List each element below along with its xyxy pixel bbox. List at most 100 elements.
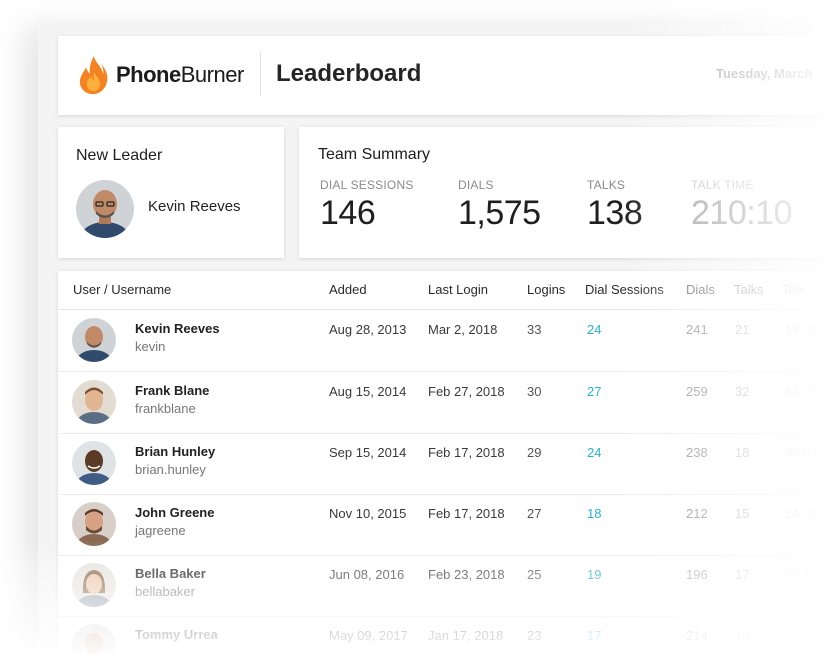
table-row[interactable]: Brian Hunley brian.hunley Sep 15, 2014 F… bbox=[58, 433, 824, 495]
team-summary-card: Team Summary DIAL SESSIONS 146 DIALS 1,5… bbox=[299, 127, 824, 258]
cell-dials: 241 bbox=[686, 322, 708, 337]
cell-logins: 25 bbox=[527, 567, 542, 582]
column-header-last-login[interactable]: Last Login bbox=[428, 282, 488, 297]
user-photo bbox=[72, 441, 116, 485]
stat-label: DIAL SESSIONS bbox=[320, 178, 414, 192]
column-header-talk-time[interactable]: Talk bbox=[782, 282, 805, 297]
cell-talk-time: 23:1 bbox=[785, 628, 811, 643]
user-avatar bbox=[72, 624, 116, 654]
cell-added: Aug 28, 2013 bbox=[329, 322, 407, 337]
cell-dial-sessions-link[interactable]: 19 bbox=[587, 567, 601, 582]
cell-dials: 212 bbox=[686, 506, 708, 521]
cell-logins: 30 bbox=[527, 384, 542, 399]
user-avatar bbox=[72, 318, 116, 362]
user-avatar bbox=[72, 380, 116, 424]
logo-regular-text: Burner bbox=[180, 62, 245, 87]
cell-added: Aug 15, 2014 bbox=[329, 384, 407, 399]
cell-last-login: Feb 23, 2018 bbox=[428, 567, 505, 582]
cell-last-login: Jan 17, 2018 bbox=[428, 628, 504, 643]
team-summary-title: Team Summary bbox=[318, 146, 431, 163]
user-photo bbox=[72, 502, 116, 546]
cell-dials: 196 bbox=[686, 567, 708, 582]
cell-dials: 214 bbox=[686, 628, 708, 643]
new-leader-title: New Leader bbox=[76, 147, 163, 164]
user-name[interactable]: Brian Hunley bbox=[135, 444, 215, 459]
cell-talks: 15 bbox=[735, 506, 750, 521]
leader-name[interactable]: Kevin Reeves bbox=[148, 198, 241, 215]
column-header-logins[interactable]: Logins bbox=[527, 282, 565, 297]
header-card: PhoneBurner Leaderboard Tuesday, March bbox=[58, 36, 824, 115]
cell-last-login: Feb 17, 2018 bbox=[428, 506, 505, 521]
cell-last-login: Feb 27, 2018 bbox=[428, 384, 505, 399]
cell-last-login: Mar 2, 2018 bbox=[428, 322, 498, 337]
cell-added: Jun 08, 2016 bbox=[329, 567, 405, 582]
page-title: Leaderboard bbox=[276, 60, 422, 87]
user-avatar bbox=[72, 502, 116, 546]
stat-talk-time: TALK TIME 210:10 bbox=[691, 178, 793, 233]
user-name[interactable]: Tommy Urrea bbox=[135, 627, 218, 642]
new-leader-card: New Leader Kevin Reeves bbox=[58, 127, 284, 258]
stat-label: TALKS bbox=[587, 178, 626, 192]
logo-bold-text: Phone bbox=[116, 62, 181, 87]
stat-label: TALK TIME bbox=[691, 178, 754, 192]
user-name[interactable]: Kevin Reeves bbox=[135, 321, 220, 336]
cell-talks: 32 bbox=[735, 384, 750, 399]
cell-dials: 259 bbox=[686, 384, 708, 399]
user-username: brian.hunley bbox=[135, 462, 206, 477]
cell-logins: 33 bbox=[527, 322, 542, 337]
cell-talk-time: 29:22 bbox=[785, 567, 818, 582]
user-username: jagreene bbox=[135, 523, 186, 538]
cell-talk-time: 38:04 bbox=[785, 445, 818, 460]
cell-added: May 09, 2017 bbox=[329, 628, 408, 643]
column-header-dial-sessions[interactable]: Dial Sessions bbox=[585, 282, 664, 297]
user-photo bbox=[72, 563, 116, 607]
stat-value: 210:10 bbox=[691, 194, 793, 232]
table-row[interactable]: John Greene jagreene Nov 10, 2015 Feb 17… bbox=[58, 494, 824, 556]
stat-dials: DIALS 1,575 bbox=[458, 178, 541, 233]
column-header-added[interactable]: Added bbox=[329, 282, 367, 297]
cell-talks: 19 bbox=[735, 628, 750, 643]
stat-label: DIALS bbox=[458, 178, 494, 192]
user-photo bbox=[72, 380, 116, 424]
user-photo bbox=[76, 180, 134, 238]
cell-dial-sessions-link[interactable]: 24 bbox=[587, 322, 601, 337]
flame-icon bbox=[79, 56, 108, 95]
cell-logins: 27 bbox=[527, 506, 542, 521]
cell-dials: 238 bbox=[686, 445, 708, 460]
stat-value: 146 bbox=[320, 194, 376, 232]
column-header-user[interactable]: User / Username bbox=[73, 282, 171, 297]
stat-value: 1,575 bbox=[458, 194, 541, 232]
cell-dial-sessions-link[interactable]: 24 bbox=[587, 445, 601, 460]
user-photo bbox=[72, 624, 116, 654]
stat-dial-sessions: DIAL SESSIONS 146 bbox=[320, 178, 414, 233]
user-username: kevin bbox=[135, 339, 166, 354]
user-avatar bbox=[72, 563, 116, 607]
table-row[interactable]: Tommy Urrea May 09, 2017 Jan 17, 2018 23… bbox=[58, 616, 824, 654]
cell-dial-sessions-link[interactable]: 17 bbox=[587, 628, 601, 643]
leaderboard-table: User / Username Added Last Login Logins … bbox=[58, 271, 824, 654]
logo-wordmark: PhoneBurner bbox=[116, 62, 244, 88]
current-date: Tuesday, March bbox=[716, 66, 813, 81]
user-photo bbox=[72, 318, 116, 362]
user-name[interactable]: Bella Baker bbox=[135, 566, 206, 581]
table-row[interactable]: Kevin Reeves kevin Aug 28, 2013 Mar 2, 2… bbox=[58, 310, 824, 372]
table-row[interactable]: Frank Blane frankblane Aug 15, 2014 Feb … bbox=[58, 372, 824, 434]
stat-talks: TALKS 138 bbox=[587, 178, 643, 233]
table-row[interactable]: Bella Baker bellabaker Jun 08, 2016 Feb … bbox=[58, 555, 824, 617]
cell-dial-sessions-link[interactable]: 18 bbox=[587, 506, 601, 521]
cell-added: Nov 10, 2015 bbox=[329, 506, 407, 521]
user-name[interactable]: John Greene bbox=[135, 505, 214, 520]
cell-talk-time: 43:45 bbox=[785, 384, 818, 399]
cell-last-login: Feb 17, 2018 bbox=[428, 445, 505, 460]
column-header-talks[interactable]: Talks bbox=[734, 282, 764, 297]
column-header-dials[interactable]: Dials bbox=[686, 282, 715, 297]
table-header: User / Username Added Last Login Logins … bbox=[58, 271, 824, 310]
cell-dial-sessions-link[interactable]: 27 bbox=[587, 384, 601, 399]
cell-talk-time: 19:32 bbox=[785, 322, 818, 337]
cell-talks: 17 bbox=[735, 567, 750, 582]
cell-talks: 18 bbox=[735, 445, 750, 460]
cell-logins: 29 bbox=[527, 445, 542, 460]
phoneburner-logo[interactable]: PhoneBurner bbox=[78, 54, 258, 96]
user-avatar bbox=[72, 441, 116, 485]
user-name[interactable]: Frank Blane bbox=[135, 383, 209, 398]
